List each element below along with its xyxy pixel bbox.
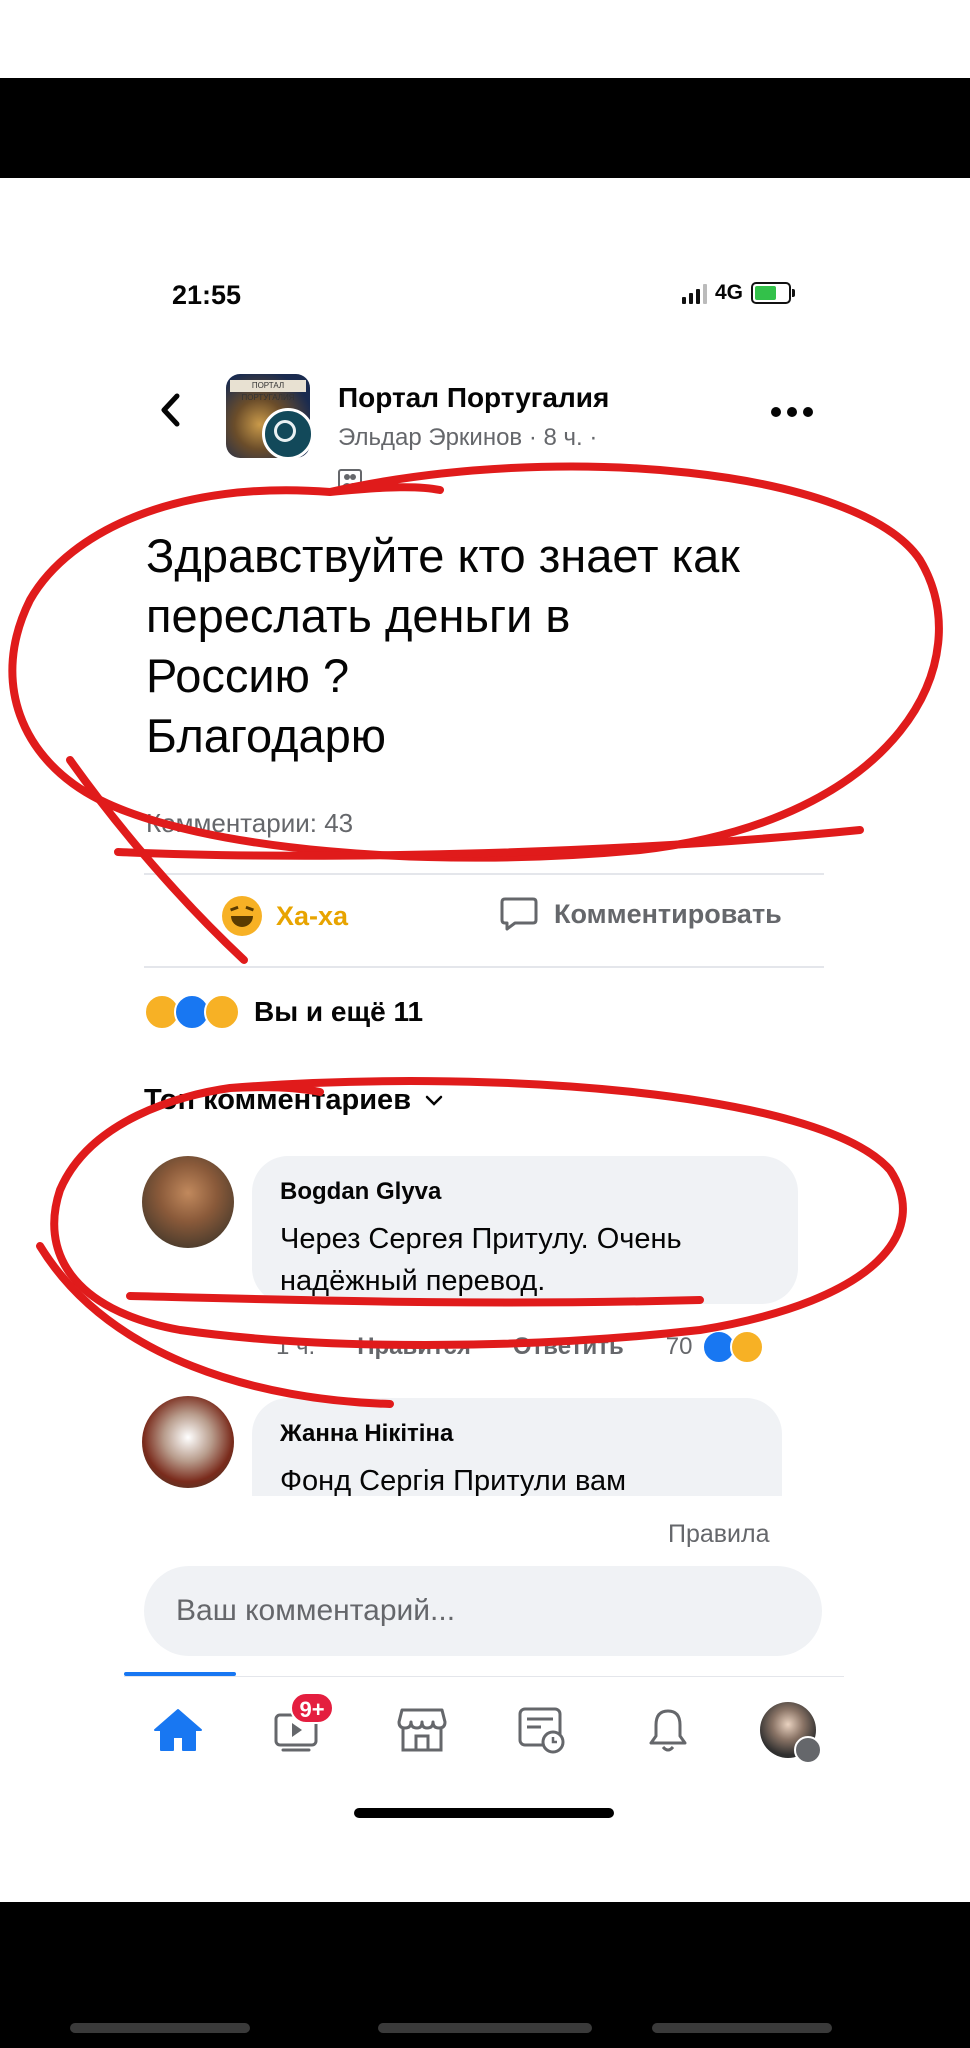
comment-bubble: Bogdan Glyva Через Сергея Притулу. Очень… [252,1156,798,1304]
divider [144,873,824,875]
haha-label: Ха-ха [276,900,349,931]
back-button[interactable] [150,380,190,440]
video-notification-badge: 9+ [290,1692,334,1724]
tab-marketplace[interactable] [392,1700,452,1760]
commenter-avatar[interactable] [142,1156,234,1248]
group-name[interactable]: Портал Португалия [338,382,609,414]
comments-sort-label: Топ комментариев [144,1084,412,1116]
tab-home[interactable] [148,1700,208,1760]
network-label: 4G [715,281,744,304]
post-author-meta[interactable]: Эльдар Эркинов · 8 ч. · [338,424,597,452]
group-avatar-logo-text: ПОРТАЛ ПОРТУГАЛИЯ [230,380,306,402]
feeds-icon [518,1707,565,1754]
marketplace-icon [397,1708,447,1752]
more-dots-icon [771,407,813,417]
post-text-line: Благодарю [146,709,387,762]
post-text-line: Здравствуйте кто знает как [146,529,740,582]
reactions-summary-text: Вы и ещё 11 [254,996,424,1027]
comment-time: 1 ч. [276,1333,316,1360]
rules-link[interactable]: Правила [668,1520,770,1549]
comment-text-line: надёжный перевод. [280,1265,546,1297]
tab-menu[interactable] [758,1700,822,1764]
comment-bubble: Жанна Нікітіна Фонд Сергія Притули вам [252,1398,782,1500]
group-audience-icon [338,469,362,489]
comment-reactions-count[interactable]: 70 [666,1333,693,1361]
comment-author[interactable]: Bogdan Glyva [280,1178,441,1206]
haha-reaction-button[interactable]: Ха-ха [222,896,348,936]
chevron-left-icon [161,393,180,427]
reactions-summary[interactable]: Вы и ещё 11 [144,994,423,1030]
bell-icon [649,1709,687,1752]
annotation-tail-post [66,756,248,964]
menu-icon [794,1736,822,1764]
post-text-line: переслать деньги в [146,589,571,642]
tab-notifications[interactable] [638,1700,698,1760]
comment-reply-button[interactable]: Ответить [513,1333,624,1361]
bottom-band-bar [378,2023,592,2033]
comment-label: Комментировать [554,898,782,929]
more-options-button[interactable] [770,392,820,422]
home-icon [154,1709,202,1751]
commenter-avatar[interactable] [142,1396,234,1488]
home-indicator [354,1808,614,1818]
comments-sort-dropdown[interactable]: Топ комментариев [144,1084,443,1117]
comment-text: Через Сергея Притулу. Очень надёжный пер… [280,1218,682,1302]
comment-reactions[interactable] [702,1330,765,1364]
comment-input[interactable] [144,1566,822,1656]
tab-feeds[interactable] [512,1700,572,1760]
sad-reaction-icon [204,994,240,1030]
comment-like-button[interactable]: Нравится [357,1333,471,1361]
post-text-line: Россию ? [146,649,350,702]
comment-author[interactable]: Жанна Нікітіна [280,1420,453,1448]
haha-reaction-icon [730,1330,765,1364]
signal-icon [682,282,707,304]
bottom-band-bar [652,2023,832,2033]
divider [144,966,824,968]
comment-button[interactable]: Комментировать [500,896,782,932]
top-black-band [0,78,970,178]
tab-bar-divider [124,1676,844,1677]
post-text: Здравствуйте кто знает как переслать ден… [146,526,846,766]
comment-text-line: Через Сергея Притулу. Очень [280,1223,682,1255]
comments-count[interactable]: Комментарии: 43 [146,808,353,839]
scroll-cutoff [0,1496,970,1516]
author-avatar[interactable] [262,408,314,460]
comment-meta: 1 ч. Нравится Ответить 70 [276,1330,765,1364]
comment-bubble-icon [500,897,538,931]
status-indicators: 4G [682,281,796,305]
bottom-band-bar [70,2023,250,2033]
chevron-down-icon [425,1095,443,1106]
battery-icon [751,282,796,304]
profile-avatar [760,1702,822,1764]
status-time: 21:55 [172,280,242,310]
haha-emoji-icon [222,896,262,936]
